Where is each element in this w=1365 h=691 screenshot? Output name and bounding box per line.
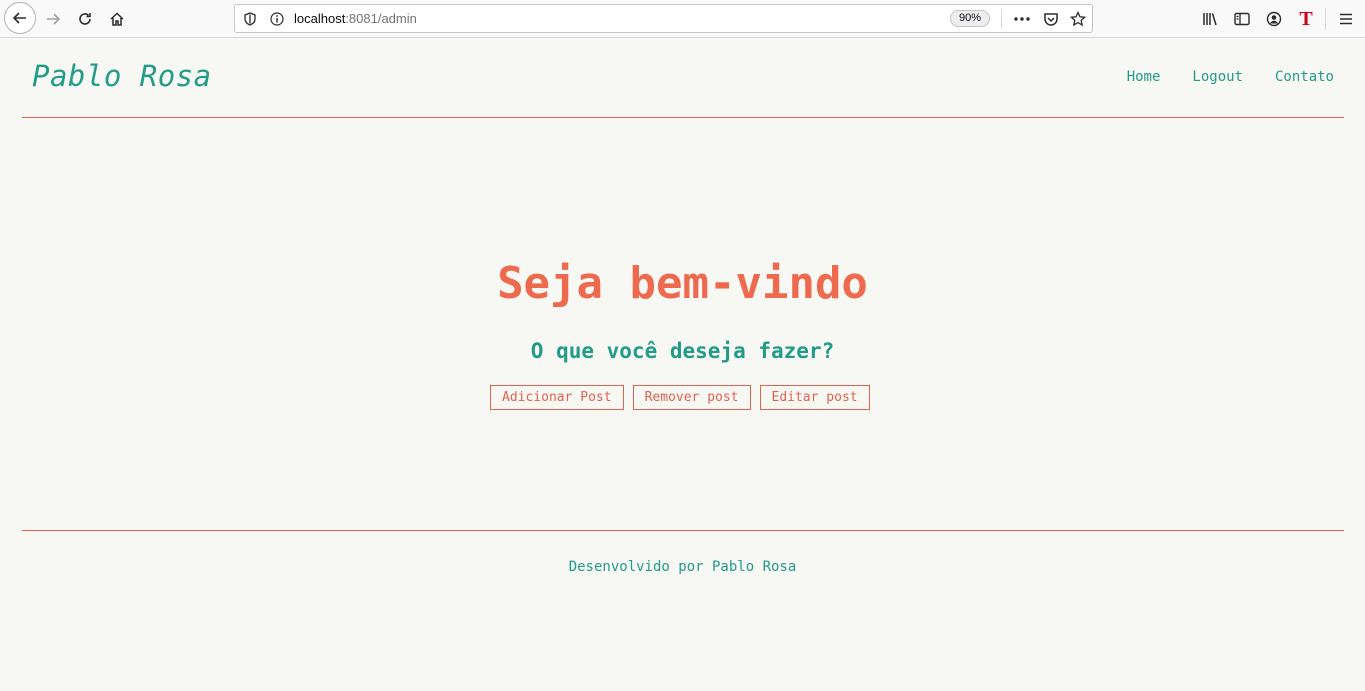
brand-logo[interactable]: Pablo Rosa bbox=[32, 59, 212, 93]
nav-contato-link[interactable]: Contato bbox=[1275, 69, 1334, 85]
footer-divider bbox=[22, 530, 1344, 531]
edit-post-button[interactable]: Editar post bbox=[759, 385, 870, 410]
home-button[interactable] bbox=[103, 5, 131, 33]
library-icon[interactable] bbox=[1199, 8, 1221, 30]
pocket-icon[interactable] bbox=[1041, 9, 1061, 29]
bookmark-star-icon[interactable] bbox=[1068, 9, 1088, 29]
home-icon bbox=[110, 12, 124, 26]
browser-toolbar: localhost:8081/admin 90% T bbox=[0, 0, 1365, 38]
forward-button[interactable] bbox=[39, 5, 67, 33]
url-text[interactable]: localhost:8081/admin bbox=[294, 11, 417, 26]
page-subtitle: O que você deseja fazer? bbox=[530, 339, 835, 363]
footer-credit: Desenvolvido por Pablo Rosa bbox=[568, 559, 797, 575]
remove-post-button[interactable]: Remover post bbox=[632, 385, 751, 410]
page-title: Seja bem-vindo bbox=[497, 258, 868, 309]
more-icon[interactable] bbox=[1011, 9, 1033, 29]
nav-logout-link[interactable]: Logout bbox=[1192, 69, 1243, 85]
url-path: :8081/admin bbox=[345, 11, 417, 26]
add-post-button[interactable]: Adicionar Post bbox=[490, 385, 624, 410]
site-header: Pablo Rosa Home Logout Contato bbox=[22, 39, 1344, 118]
zoom-badge[interactable]: 90% bbox=[950, 10, 991, 27]
back-button[interactable] bbox=[4, 2, 36, 34]
account-icon[interactable] bbox=[1263, 8, 1285, 30]
back-arrow-icon bbox=[12, 12, 26, 24]
url-host: localhost bbox=[294, 11, 346, 26]
main-nav: Home Logout Contato bbox=[1127, 69, 1334, 85]
toolbar-separator bbox=[1325, 8, 1326, 30]
info-icon[interactable] bbox=[269, 11, 285, 27]
sidebar-icon[interactable] bbox=[1231, 8, 1253, 30]
hamburger-menu-icon[interactable] bbox=[1335, 8, 1357, 30]
forward-arrow-icon bbox=[47, 13, 61, 25]
nav-home-link[interactable]: Home bbox=[1127, 69, 1161, 85]
admin-actions: Adicionar Post Remover post Editar post bbox=[490, 385, 870, 410]
reload-icon bbox=[79, 13, 91, 25]
tracking-shield-icon[interactable] bbox=[243, 11, 257, 27]
extension-t-icon[interactable]: T bbox=[1295, 8, 1317, 30]
url-separator bbox=[1001, 9, 1002, 29]
reload-button[interactable] bbox=[71, 5, 99, 33]
url-bar[interactable]: localhost:8081/admin 90% bbox=[234, 4, 1093, 33]
